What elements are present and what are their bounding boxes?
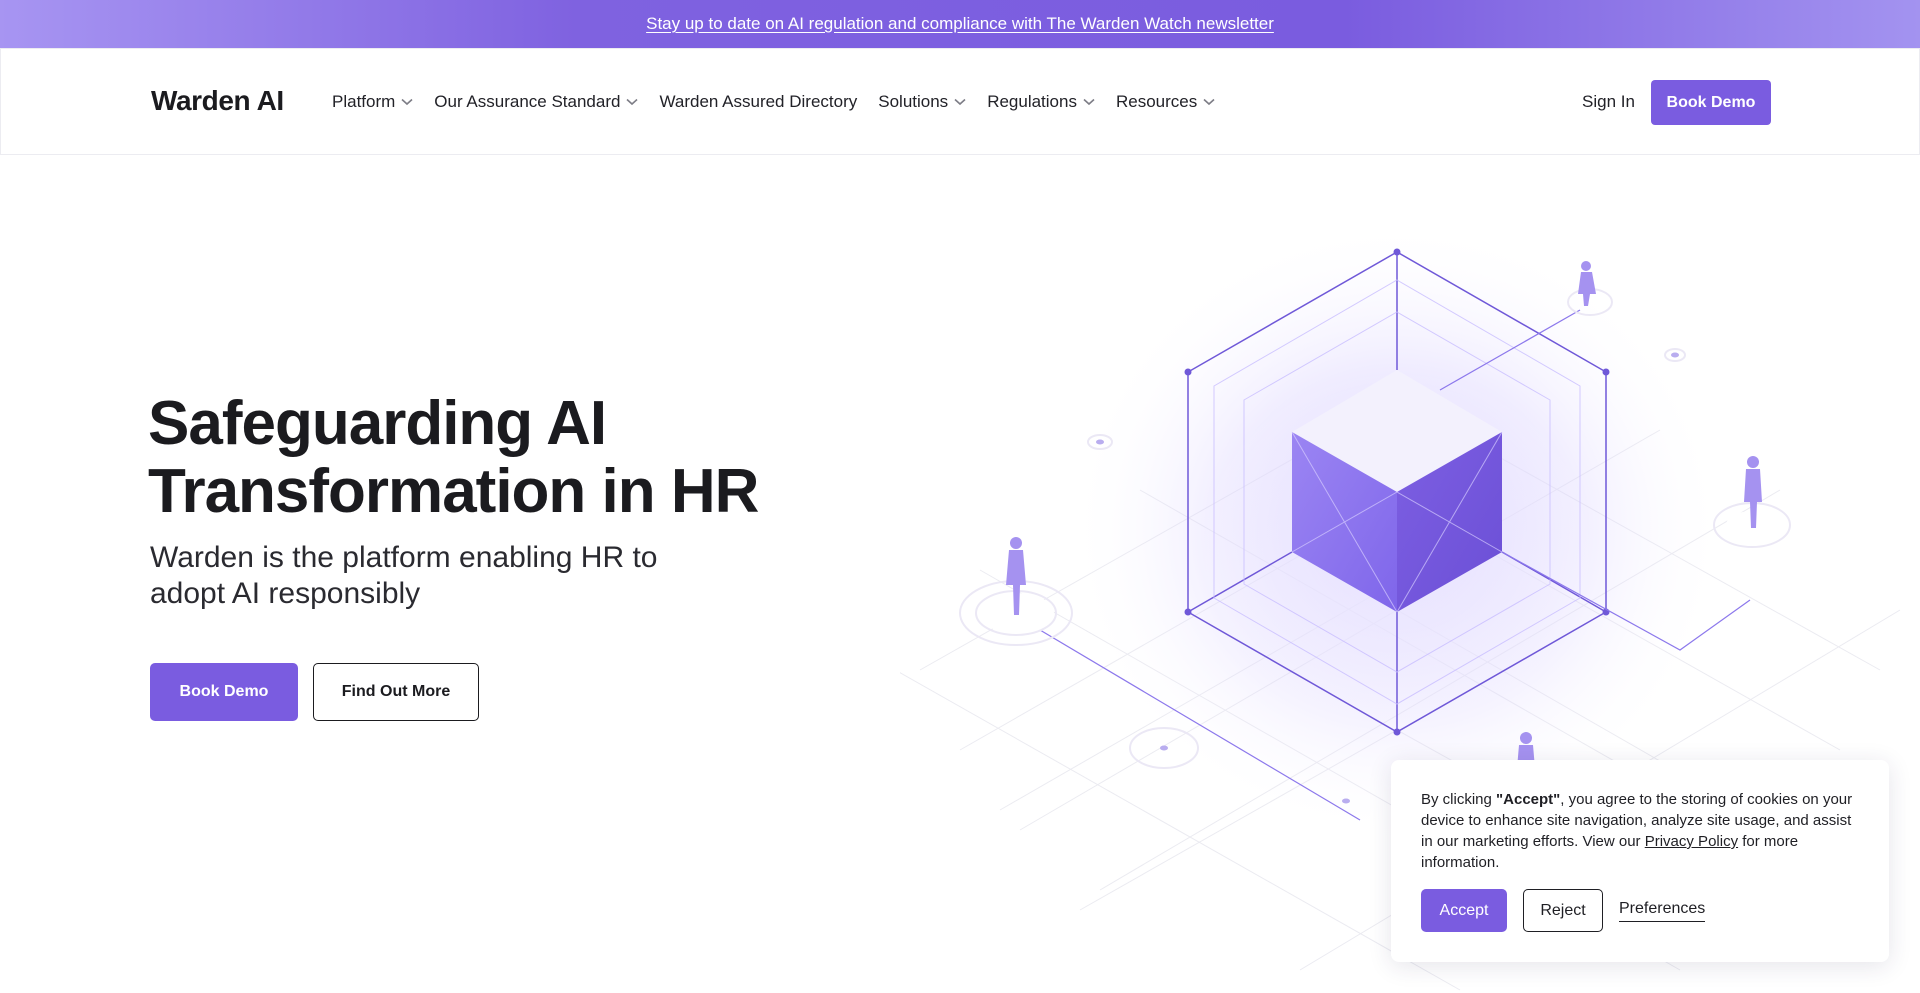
- chevron-down-icon: [626, 98, 639, 106]
- nav-item-label: Platform: [332, 92, 396, 111]
- reject-cookies-button[interactable]: Reject: [1523, 889, 1603, 932]
- logo[interactable]: Warden AI: [151, 85, 284, 117]
- newsletter-link[interactable]: Stay up to date on AI regulation and com…: [646, 14, 1274, 34]
- main-navigation: Warden AI Platform Our Assurance Standar…: [0, 48, 1920, 155]
- cookie-consent-banner: By clicking "Accept", you agree to the s…: [1391, 760, 1889, 962]
- chevron-down-icon: [1203, 98, 1215, 106]
- chevron-down-icon: [401, 98, 413, 106]
- nav-item-our-assurance-standard[interactable]: Our Assurance Standard: [434, 92, 639, 112]
- nav-item-label: Regulations: [987, 92, 1077, 111]
- chevron-down-icon: [954, 98, 966, 106]
- accept-cookies-button[interactable]: Accept: [1421, 889, 1507, 932]
- nav-item-regulations[interactable]: Regulations: [987, 92, 1095, 112]
- nav-item-solutions[interactable]: Solutions: [878, 92, 966, 112]
- nav-item-resources[interactable]: Resources: [1116, 92, 1215, 112]
- cookie-preferences-link[interactable]: Preferences: [1619, 900, 1706, 922]
- hero-title-line-2: Transformation in HR: [148, 457, 759, 526]
- announcement-bar: Stay up to date on AI regulation and com…: [0, 0, 1920, 48]
- nav-menu: Platform Our Assurance Standard Warden A…: [332, 92, 1236, 112]
- book-demo-nav-button[interactable]: Book Demo: [1651, 80, 1771, 125]
- sign-in-link[interactable]: Sign In: [1582, 92, 1635, 112]
- cookie-text-bold: "Accept": [1496, 791, 1561, 808]
- hero-title-line-1: Safeguarding AI: [148, 389, 607, 458]
- nav-item-warden-assured-directory[interactable]: Warden Assured Directory: [659, 92, 857, 112]
- privacy-policy-link[interactable]: Privacy Policy: [1645, 833, 1738, 850]
- nav-item-label: Resources: [1115, 92, 1198, 111]
- chevron-down-icon: [1083, 98, 1095, 106]
- cookie-text: By clicking: [1421, 791, 1497, 808]
- find-out-more-button[interactable]: Find Out More: [313, 663, 479, 721]
- nav-item-label: Our Assurance Standard: [434, 92, 621, 111]
- nav-item-platform[interactable]: Platform: [332, 92, 413, 112]
- cookie-actions: Accept Reject Preferences: [1421, 889, 1706, 932]
- cookie-message: By clicking "Accept", you agree to the s…: [1421, 789, 1859, 873]
- book-demo-button[interactable]: Book Demo: [150, 663, 298, 721]
- hero-title: Safeguarding AI Transformation in HR: [148, 390, 808, 526]
- nav-item-label: Warden Assured Directory: [659, 92, 858, 111]
- nav-item-label: Solutions: [878, 92, 949, 111]
- hero-subtitle: Warden is the platform enabling HR to ad…: [150, 541, 658, 610]
